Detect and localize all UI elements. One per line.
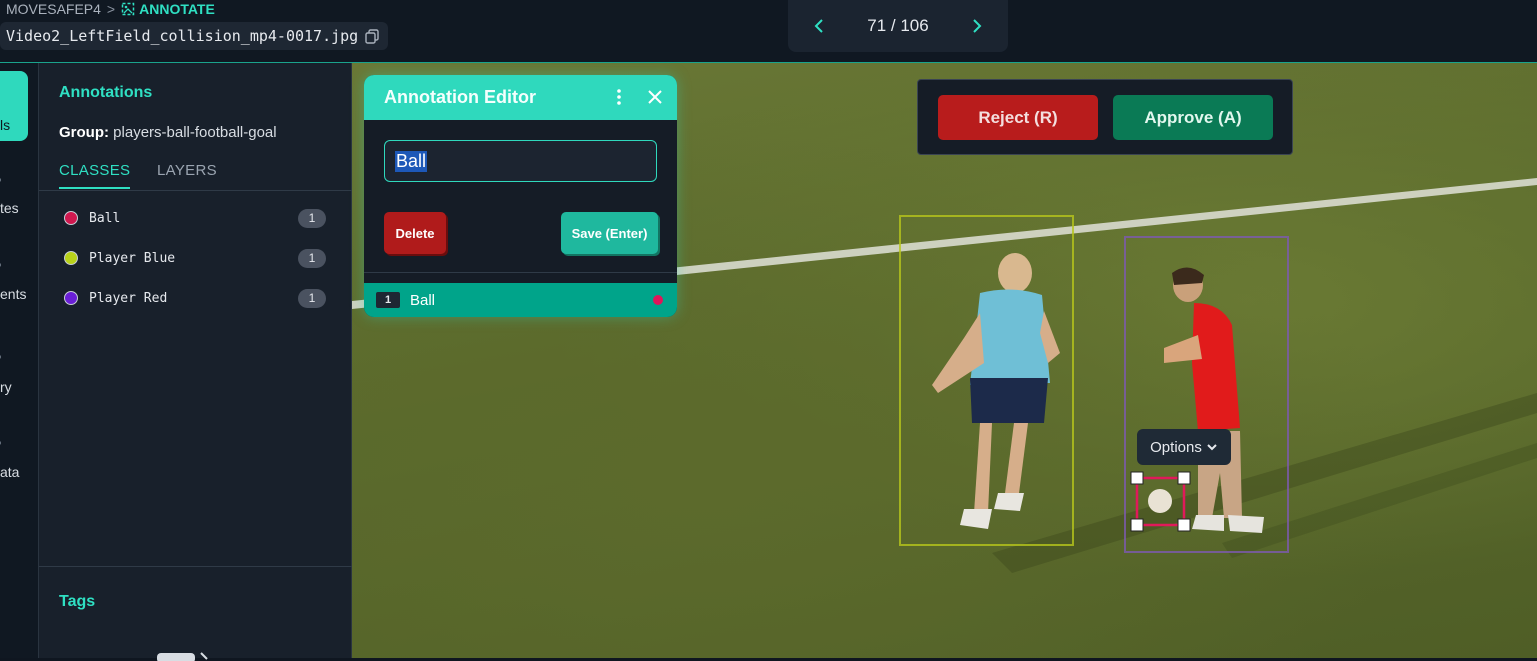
class-color-swatch: [64, 251, 78, 265]
class-item-player-blue[interactable]: Player Blue 1: [39, 243, 352, 273]
class-item-ball[interactable]: Ball 1: [39, 203, 352, 233]
class-color-swatch: [64, 211, 78, 225]
annotate-icon: [121, 2, 135, 16]
annotation-editor: Annotation Editor Ball Delete Save (Ente…: [364, 75, 677, 317]
options-label: Options: [1150, 438, 1202, 456]
suggestion-label: Ball: [410, 291, 436, 309]
editor-title: Annotation Editor: [384, 87, 536, 107]
rail-label-2[interactable]: ents: [0, 286, 26, 302]
copy-icon[interactable]: [364, 28, 380, 44]
breadcrumb-current: ANNOTATE: [121, 1, 215, 17]
tags-title: Tags: [59, 593, 96, 610]
more-vertical-icon[interactable]: [611, 87, 627, 107]
breadcrumb-current-label: ANNOTATE: [139, 1, 215, 17]
approve-button[interactable]: Approve (A): [1113, 95, 1273, 140]
group-label: Group:: [59, 124, 109, 141]
chevron-right-icon: [973, 19, 982, 33]
next-image-button[interactable]: [968, 17, 986, 35]
rail-item-active[interactable]: ls: [0, 71, 28, 141]
close-icon[interactable]: [645, 87, 665, 107]
class-color-dot: [653, 295, 663, 305]
class-name: Ball: [89, 210, 121, 226]
chevron-left-icon: [814, 19, 823, 33]
delete-button[interactable]: Delete: [384, 212, 446, 254]
class-count-badge: 1: [298, 288, 326, 308]
rail-label-4[interactable]: ata: [0, 464, 19, 480]
class-color-swatch: [64, 291, 78, 305]
breadcrumb-project[interactable]: MOVESAFEP4: [6, 1, 101, 17]
rail-icon: [0, 355, 1, 359]
tab-layers[interactable]: LAYERS: [157, 162, 217, 179]
divider: [39, 566, 352, 567]
save-button[interactable]: Save (Enter): [561, 212, 658, 254]
rail-label-1[interactable]: tes: [0, 200, 19, 216]
class-suggestion-item[interactable]: 1 Ball: [364, 283, 677, 317]
left-nav-rail: ls tes ents ry ata: [0, 63, 39, 658]
shortcut-badge: 1: [376, 292, 400, 308]
filename: Video2_LeftField_collision_mp4-0017.jpg: [6, 27, 359, 45]
top-bar: MOVESAFEP4 > ANNOTATE Video2_LeftField_c…: [0, 0, 1537, 63]
rail-icon: [0, 441, 1, 445]
panel-title: Annotations: [59, 84, 153, 101]
image-pager: 71 / 106: [788, 0, 1008, 52]
divider: [364, 272, 677, 273]
rail-icon: [0, 178, 1, 182]
tag-icon: [157, 652, 208, 661]
rail-label-3[interactable]: ry: [0, 379, 12, 395]
filename-chip: Video2_LeftField_collision_mp4-0017.jpg: [0, 22, 389, 50]
tab-classes[interactable]: CLASSES: [59, 162, 131, 189]
options-button[interactable]: Options: [1137, 429, 1231, 465]
class-item-player-red[interactable]: Player Red 1: [39, 283, 352, 313]
breadcrumb: MOVESAFEP4 > ANNOTATE: [6, 1, 215, 17]
class-name: Player Blue: [89, 250, 176, 266]
group-value: players-ball-football-goal: [113, 124, 277, 141]
class-name-input-value: Ball: [395, 150, 428, 172]
annotations-panel: Annotations Group: players-ball-football…: [39, 63, 352, 661]
class-name: Player Red: [89, 290, 168, 306]
editor-header[interactable]: Annotation Editor: [364, 75, 677, 120]
reject-button[interactable]: Reject (R): [938, 95, 1098, 140]
rail-label-0: ls: [0, 117, 11, 133]
rail-icon: [0, 263, 1, 267]
chevron-down-icon: [1207, 444, 1217, 451]
class-name-input[interactable]: Ball: [384, 140, 657, 182]
breadcrumb-separator: >: [106, 1, 116, 17]
group-info: Group: players-ball-football-goal: [59, 124, 277, 141]
prev-image-button[interactable]: [810, 17, 828, 35]
review-panel: Reject (R) Approve (A): [917, 79, 1293, 155]
class-count-badge: 1: [298, 248, 326, 268]
class-count-badge: 1: [298, 208, 326, 228]
panel-tabs: CLASSES LAYERS: [39, 155, 352, 191]
pager-count: 71 / 106: [867, 16, 929, 35]
